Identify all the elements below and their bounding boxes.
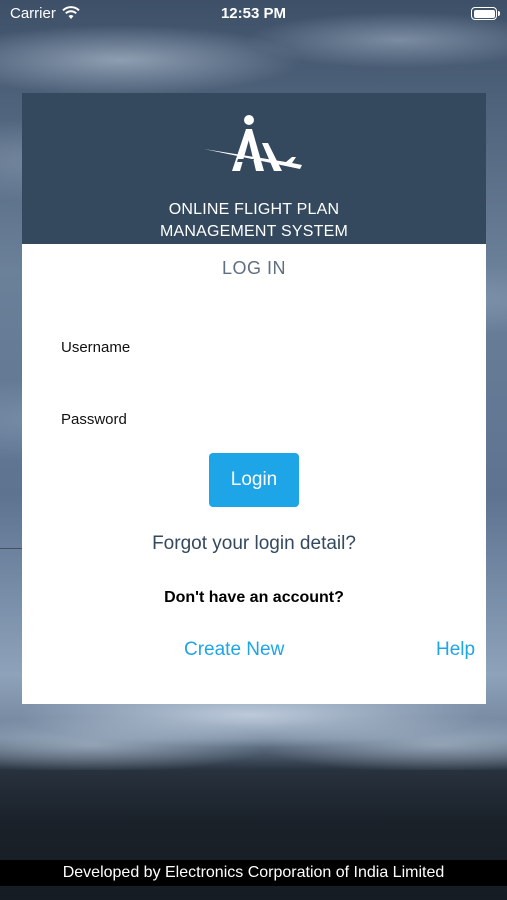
battery-icon (471, 7, 500, 20)
horizon-line (0, 548, 22, 549)
username-label: Username (61, 339, 131, 356)
clock-time: 12:53 PM (220, 5, 287, 22)
aai-logo-icon (204, 115, 302, 171)
no-account-text: Don't have an account? (164, 589, 344, 606)
password-label: Password (61, 411, 127, 428)
help-link[interactable]: Help (436, 639, 475, 661)
username-input[interactable] (172, 333, 462, 363)
login-button[interactable]: Login (209, 453, 299, 507)
footer-credit: Developed by Electronics Corporation of … (0, 860, 507, 886)
login-card: ONLINE FLIGHT PLAN MANAGEMENT SYSTEM LOG… (22, 93, 486, 704)
app-title-line2: MANAGEMENT SYSTEM (159, 223, 349, 240)
login-heading: LOG IN (221, 258, 286, 278)
password-input[interactable] (172, 405, 462, 435)
status-bar: Carrier 12:53 PM (0, 0, 507, 28)
app-title-line1: ONLINE FLIGHT PLAN (168, 201, 340, 218)
create-new-link[interactable]: Create New (184, 639, 284, 661)
forgot-login-link[interactable]: Forgot your login detail? (22, 533, 486, 555)
card-header: ONLINE FLIGHT PLAN MANAGEMENT SYSTEM (22, 93, 486, 244)
